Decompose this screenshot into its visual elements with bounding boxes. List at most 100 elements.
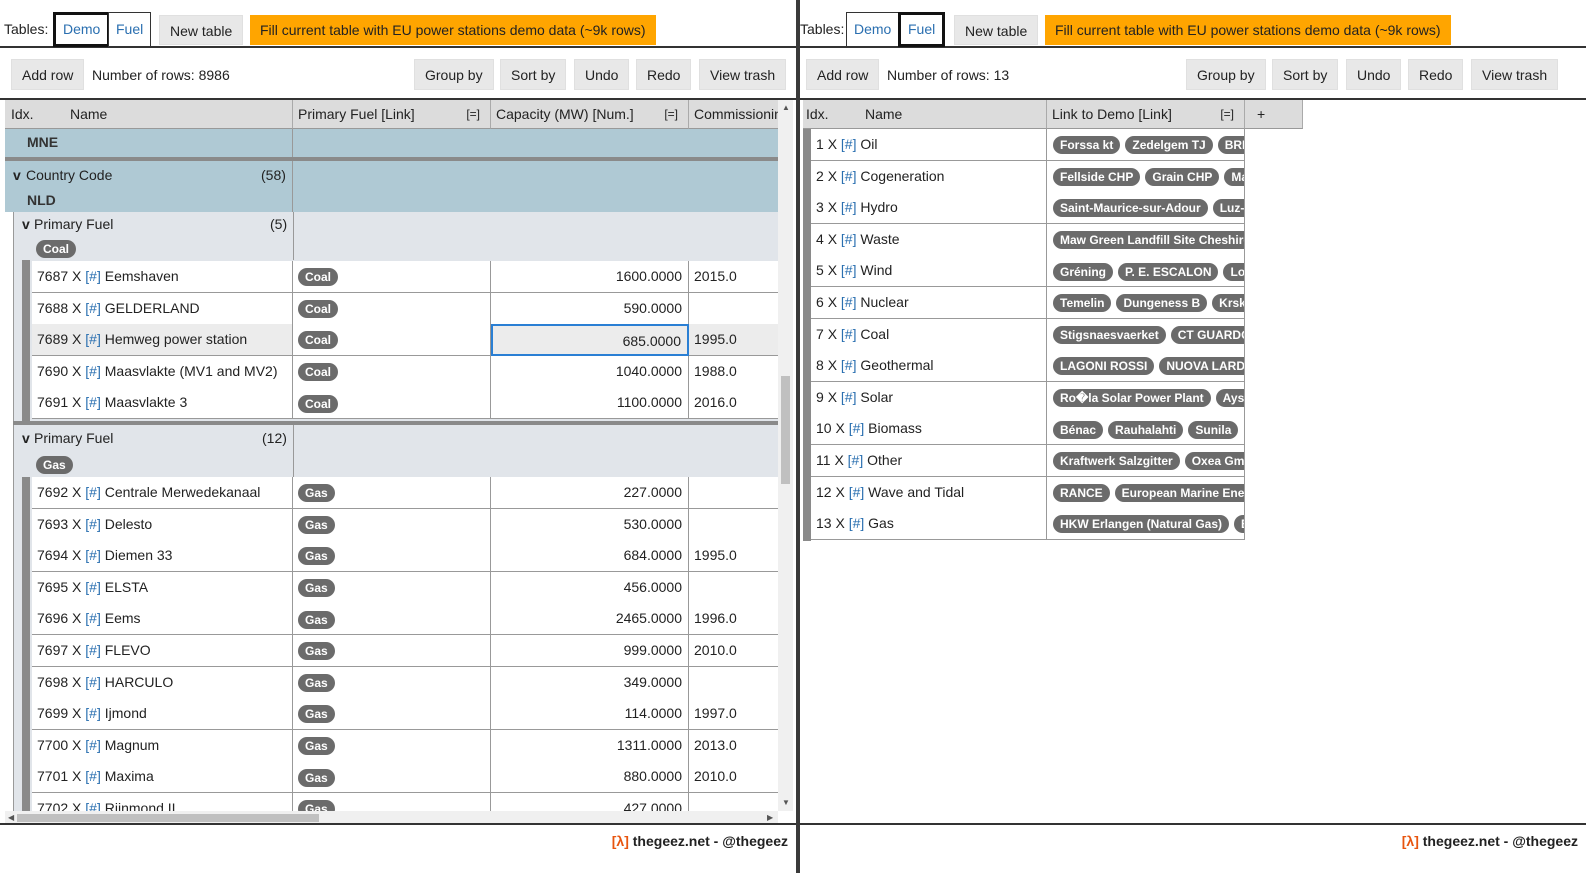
linked-row-pill[interactable]: RANCE [1053, 483, 1110, 502]
name-cell[interactable]: 7695 X [#] ELSTA [32, 571, 293, 604]
delete-row-button[interactable]: X [72, 610, 81, 626]
row-link[interactable]: [#] [841, 136, 857, 152]
row-link[interactable]: [#] [85, 300, 101, 316]
linked-row-pill[interactable]: Dungeness B [1116, 294, 1208, 313]
row-link[interactable]: [#] [841, 326, 857, 342]
delete-row-button[interactable]: X [834, 452, 843, 468]
row-link[interactable]: [#] [841, 357, 857, 373]
filter-icon[interactable]: [=] [1220, 100, 1234, 128]
fuel-pill[interactable]: Gas [298, 768, 335, 787]
capacity-cell[interactable]: 999.0000 [491, 635, 689, 667]
primary-fuel-cell[interactable]: Gas [293, 571, 491, 604]
linked-row-pill[interactable]: Bénac [1053, 420, 1104, 439]
fill-demo-data-button[interactable]: Fill current table with EU power station… [1045, 15, 1451, 45]
name-cell[interactable]: 1 X [#] Oil [811, 129, 1047, 161]
fuel-pill[interactable]: Gas [298, 515, 335, 534]
link-to-demo-cell[interactable]: Bénac Rauhalahti Sunila [1047, 413, 1245, 446]
commissioning-cell[interactable]: 1995.0 [689, 540, 778, 573]
fuel-pill[interactable]: Gas [298, 800, 335, 811]
row-link[interactable]: [#] [849, 484, 865, 500]
linked-row-pill[interactable]: NUOVA LARDE [1159, 357, 1244, 376]
delete-row-button[interactable]: X [72, 394, 81, 410]
linked-row-pill[interactable]: B [1234, 515, 1244, 534]
name-cell[interactable]: 7690 X [#] Maasvlakte (MV1 and MV2) [32, 355, 293, 388]
row-link[interactable]: [#] [85, 331, 101, 347]
primary-fuel-cell[interactable]: Gas [293, 508, 491, 541]
link-to-demo-cell[interactable]: LAGONI ROSSI NUOVA LARDE [1047, 350, 1245, 383]
primary-fuel-cell[interactable]: Gas [293, 477, 491, 509]
fuel-pill[interactable]: Coal [298, 394, 339, 413]
linked-row-pill[interactable]: Ma [1224, 167, 1244, 186]
capacity-cell[interactable]: 1040.0000 [491, 355, 689, 388]
delete-row-button[interactable]: X [72, 484, 81, 500]
primary-fuel-cell[interactable]: Coal [293, 387, 491, 420]
table-row[interactable]: 7687 X [#] Eemshaven Coal 1600.0000 2015.0 [5, 261, 778, 293]
delete-row-button[interactable]: X [828, 294, 837, 310]
fill-demo-data-button[interactable]: Fill current table with EU power station… [250, 15, 656, 45]
primary-fuel-cell[interactable]: Gas [293, 729, 491, 762]
row-link[interactable]: [#] [841, 168, 857, 184]
capacity-cell[interactable]: 2465.0000 [491, 603, 689, 636]
commissioning-cell[interactable]: 2013.0 [689, 729, 778, 762]
primary-fuel-cell[interactable]: Gas [293, 793, 491, 811]
commissioning-cell[interactable]: 2015.0 [689, 261, 778, 293]
view-trash-button[interactable]: View trash [1471, 59, 1559, 90]
name-cell[interactable]: 12 X [#] Wave and Tidal [811, 476, 1047, 509]
table-row[interactable]: 7 X [#] Coal Stigsnaesvaerket CT GUARDO [803, 318, 1245, 351]
delete-row-button[interactable]: X [828, 199, 837, 215]
commissioning-cell[interactable]: 1988.0 [689, 355, 778, 388]
linked-row-pill[interactable]: Luz-S [1212, 199, 1244, 218]
linked-row-pill[interactable]: Krsko [1212, 294, 1244, 313]
table-row[interactable]: 7692 X [#] Centrale Merwedekanaal Gas 227.… [5, 477, 778, 509]
delete-row-button[interactable]: X [835, 515, 844, 531]
fuel-pill[interactable]: Coal [298, 268, 339, 287]
delete-row-button[interactable]: X [828, 231, 837, 247]
capacity-cell[interactable]: 427.0000 [491, 793, 689, 811]
name-cell[interactable]: 7697 X [#] FLEVO [32, 635, 293, 667]
name-cell[interactable]: 6 X [#] Nuclear [811, 287, 1047, 319]
name-cell[interactable]: 7 X [#] Coal [811, 318, 1047, 351]
primary-fuel-cell[interactable]: Gas [293, 666, 491, 699]
table-row[interactable]: 3 X [#] Hydro Saint-Maurice-sur-Adour Luz-… [803, 192, 1245, 225]
linked-row-pill[interactable]: LAGONI ROSSI [1053, 357, 1155, 376]
linked-row-pill[interactable]: Temelin [1053, 294, 1112, 313]
column-header-link-to-demo[interactable]: Link to Demo [Link] [=] [1047, 100, 1245, 129]
linked-row-pill[interactable]: Aysl [1215, 389, 1244, 408]
filter-icon[interactable]: [=] [664, 100, 678, 128]
table-row[interactable]: 7698 X [#] HARCULO Gas 349.0000 [5, 666, 778, 699]
scroll-right-icon[interactable]: ▶ [767, 813, 773, 822]
capacity-cell[interactable]: 1100.0000 [491, 387, 689, 420]
linked-row-pill[interactable]: Stigsnaesvaerket [1053, 325, 1166, 344]
add-row-button[interactable]: Add row [11, 59, 85, 90]
capacity-cell[interactable]: 880.0000 [491, 761, 689, 794]
table-row[interactable]: 11 X [#] Other Kraftwerk Salzgitter Oxea G… [803, 445, 1245, 477]
scroll-down-icon[interactable]: ▼ [782, 798, 790, 807]
delete-row-button[interactable]: X [835, 484, 844, 500]
linked-row-pill[interactable]: Forssa kt [1053, 136, 1121, 155]
link-to-demo-cell[interactable]: Forssa ktZedelgem TJBRE [1047, 129, 1245, 161]
column-header-name[interactable]: Idx. Name [5, 100, 293, 129]
linked-row-pill[interactable]: Gréning [1053, 262, 1114, 281]
table-row[interactable]: 7699 X [#] Ijmond Gas 114.0000 1997.0 [5, 698, 778, 731]
table-row[interactable]: 7694 X [#] Diemen 33 Gas 684.0000 1995.0 [5, 540, 778, 573]
delete-row-button[interactable]: X [72, 768, 81, 784]
scroll-left-icon[interactable]: ◀ [8, 813, 14, 822]
fuel-pill[interactable]: Gas [298, 737, 335, 756]
redo-button[interactable]: Redo [1408, 59, 1464, 90]
row-link[interactable]: [#] [848, 452, 864, 468]
fuel-pill[interactable]: Gas [298, 484, 335, 503]
tab-demo[interactable]: Demo [53, 12, 111, 47]
delete-row-button[interactable]: X [72, 674, 81, 690]
table-row[interactable]: 7691 X [#] Maasvlakte 3 Coal 1100.0000 2016… [5, 387, 778, 420]
table-row[interactable]: 5 X [#] WindGréningP. E. ESCALONLon [803, 255, 1245, 288]
primary-fuel-cell[interactable]: Gas [293, 540, 491, 573]
table-row[interactable]: 7700 X [#] Magnum Gas 1311.0000 2013.0 [5, 729, 778, 762]
primary-fuel-cell[interactable]: Gas [293, 635, 491, 667]
row-link[interactable]: [#] [841, 199, 857, 215]
delete-row-button[interactable]: X [828, 357, 837, 373]
name-cell[interactable]: 13 X [#] Gas [811, 508, 1047, 541]
capacity-cell[interactable]: 590.0000 [491, 292, 689, 325]
linked-row-pill[interactable]: Zedelgem TJ [1125, 136, 1213, 155]
linked-row-pill[interactable]: Ro�la Solar Power Plant [1053, 389, 1211, 408]
delete-row-button[interactable]: X [828, 389, 837, 405]
